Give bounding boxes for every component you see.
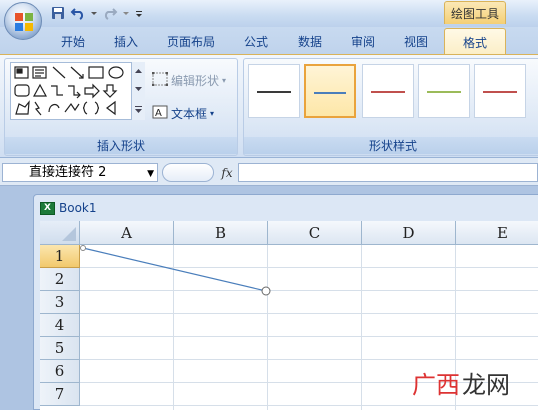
undo-icon[interactable] xyxy=(70,5,86,21)
save-icon[interactable] xyxy=(50,5,66,21)
tab-page-layout[interactable]: 页面布局 xyxy=(160,30,222,52)
name-box[interactable]: 直接连接符 2 ▼ xyxy=(2,163,158,182)
workbook-titlebar: X Book1 xyxy=(40,198,97,218)
tab-data[interactable]: 数据 xyxy=(290,30,330,52)
undo-dropdown-icon[interactable] xyxy=(90,5,98,21)
insert-function-icon[interactable]: fx xyxy=(218,163,236,182)
office-logo-icon xyxy=(15,13,33,31)
formula-input[interactable] xyxy=(238,163,538,182)
connector-end-handle[interactable] xyxy=(261,286,271,296)
watermark: 广西 龙网 xyxy=(412,365,510,400)
connector-start-handle[interactable] xyxy=(80,245,86,251)
tab-view[interactable]: 视图 xyxy=(396,30,436,52)
quick-access-toolbar xyxy=(50,4,144,22)
formula-bar-resize-handle[interactable] xyxy=(162,163,214,182)
watermark-part1: 广西 xyxy=(412,371,460,399)
chevron-down-icon: ▾ xyxy=(210,108,215,118)
workbook-title: Book1 xyxy=(59,201,97,215)
tab-home[interactable]: 开始 xyxy=(54,30,92,52)
watermark-part2: 龙网 xyxy=(462,371,510,399)
tab-format[interactable]: 格式 xyxy=(444,28,506,55)
swatch-line xyxy=(371,91,405,93)
shapes-gallery-icons xyxy=(14,66,124,116)
text-box-button[interactable]: A 文本框 ▾ xyxy=(152,103,214,123)
swatch-line xyxy=(483,91,517,93)
text-box-icon: A xyxy=(152,105,168,122)
swatch-line xyxy=(314,92,346,94)
edit-shape-button[interactable]: 编辑形状 ▾ xyxy=(151,70,227,90)
insert-shapes-label: 插入形状 xyxy=(5,137,237,154)
shape-style-swatch[interactable] xyxy=(418,64,470,118)
shape-style-swatch[interactable] xyxy=(304,64,356,118)
swatch-line xyxy=(257,91,291,93)
excel-file-icon: X xyxy=(40,201,55,215)
shape-style-swatch[interactable] xyxy=(362,64,414,118)
text-box-label: 文本框 xyxy=(171,106,208,121)
swatch-line xyxy=(427,91,461,93)
chevron-down-icon: ▾ xyxy=(222,75,227,85)
shapes-gallery-scroll[interactable] xyxy=(131,62,145,120)
redo-dropdown-icon[interactable] xyxy=(122,5,130,21)
shape-style-swatch[interactable] xyxy=(248,64,300,118)
chevron-down-icon[interactable]: ▼ xyxy=(147,166,154,183)
shape-style-swatch[interactable] xyxy=(474,64,526,118)
shape-styles-label: 形状样式 xyxy=(244,137,538,154)
redo-icon[interactable] xyxy=(102,5,118,21)
edit-shape-icon xyxy=(151,71,169,89)
edit-shape-label: 编辑形状 xyxy=(171,73,220,88)
tab-review[interactable]: 审阅 xyxy=(343,30,383,52)
tab-insert[interactable]: 插入 xyxy=(107,30,145,52)
office-button[interactable] xyxy=(4,2,42,40)
svg-text:A: A xyxy=(155,108,162,119)
customize-icon[interactable] xyxy=(134,5,144,21)
tab-formulas[interactable]: 公式 xyxy=(236,30,276,52)
drawing-tools-context-label: 绘图工具 xyxy=(444,1,506,24)
shapes-gallery[interactable] xyxy=(10,62,144,120)
name-box-value: 直接连接符 2 xyxy=(29,165,107,180)
